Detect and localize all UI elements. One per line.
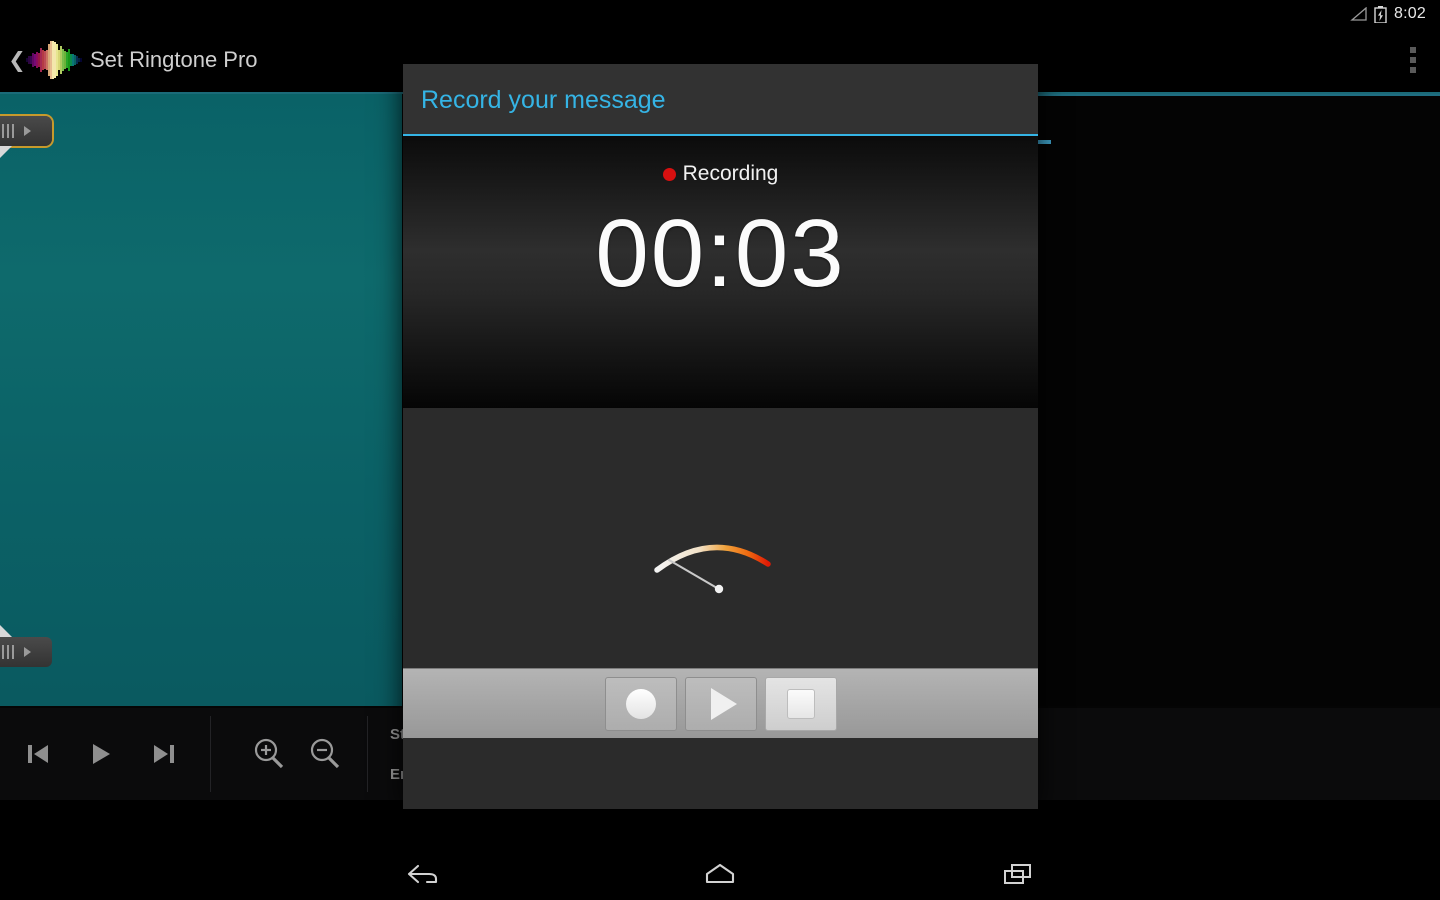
status-bar: 8:02	[0, 0, 1440, 28]
toolbar-separator-2	[367, 716, 368, 792]
play-triangle-icon	[711, 688, 737, 720]
handle-arrow-icon	[24, 647, 31, 657]
signal-triangle-icon	[1350, 7, 1367, 21]
waveform-top-rule	[1037, 94, 1440, 96]
stop-square-icon	[787, 689, 815, 719]
nav-home-icon[interactable]	[696, 856, 744, 892]
record-circle-icon	[626, 689, 656, 719]
stop-button[interactable]	[765, 677, 837, 731]
play-button[interactable]	[685, 677, 757, 731]
dialog-button-bar	[403, 668, 1038, 738]
overflow-menu-icon[interactable]	[1410, 47, 1418, 73]
recording-dot-icon	[663, 168, 676, 181]
selection-handle-start-tail	[0, 146, 12, 158]
record-message-dialog: Record your message Recording 00:03	[403, 64, 1038, 809]
status-bar-clock: 8:02	[1394, 5, 1426, 23]
zoom-in-icon[interactable]	[241, 726, 297, 782]
dialog-header: Record your message	[403, 64, 1038, 136]
screen: 8:02 ❮ Set Ringtone Pro Record your mess…	[0, 0, 1440, 900]
playhead-marker	[1037, 140, 1051, 144]
handle-grip-icon	[2, 124, 14, 138]
system-navigation-bar	[0, 848, 1440, 900]
toolbar-separator	[210, 716, 211, 792]
elapsed-timer: 00:03	[595, 206, 845, 302]
handle-grip-icon	[2, 645, 14, 659]
skip-next-icon[interactable]	[132, 723, 194, 785]
waveform-logo-icon	[26, 36, 82, 84]
meter-panel	[403, 408, 1038, 738]
skip-previous-icon[interactable]	[8, 723, 70, 785]
selection-handle-end-icon[interactable]	[0, 637, 52, 667]
selection-handle-start-icon[interactable]	[0, 116, 52, 146]
zoom-controls	[241, 726, 353, 782]
dialog-title: Record your message	[421, 86, 666, 115]
record-button[interactable]	[605, 677, 677, 731]
nav-back-icon[interactable]	[398, 856, 446, 892]
vu-meter-icon	[651, 524, 791, 599]
waveform-selection-region[interactable]	[0, 94, 402, 706]
nav-recents-icon[interactable]	[994, 856, 1042, 892]
zoom-out-icon[interactable]	[297, 726, 353, 782]
handle-arrow-icon	[24, 126, 31, 136]
timer-panel: Recording 00:03	[403, 136, 1038, 408]
selection-handle-end-tail	[0, 625, 12, 637]
page-title: Set Ringtone Pro	[90, 47, 258, 73]
recording-status: Recording	[663, 162, 779, 186]
battery-charging-icon	[1374, 6, 1387, 23]
transport-controls	[8, 723, 194, 785]
recording-status-label: Recording	[683, 162, 779, 186]
play-icon[interactable]	[70, 723, 132, 785]
